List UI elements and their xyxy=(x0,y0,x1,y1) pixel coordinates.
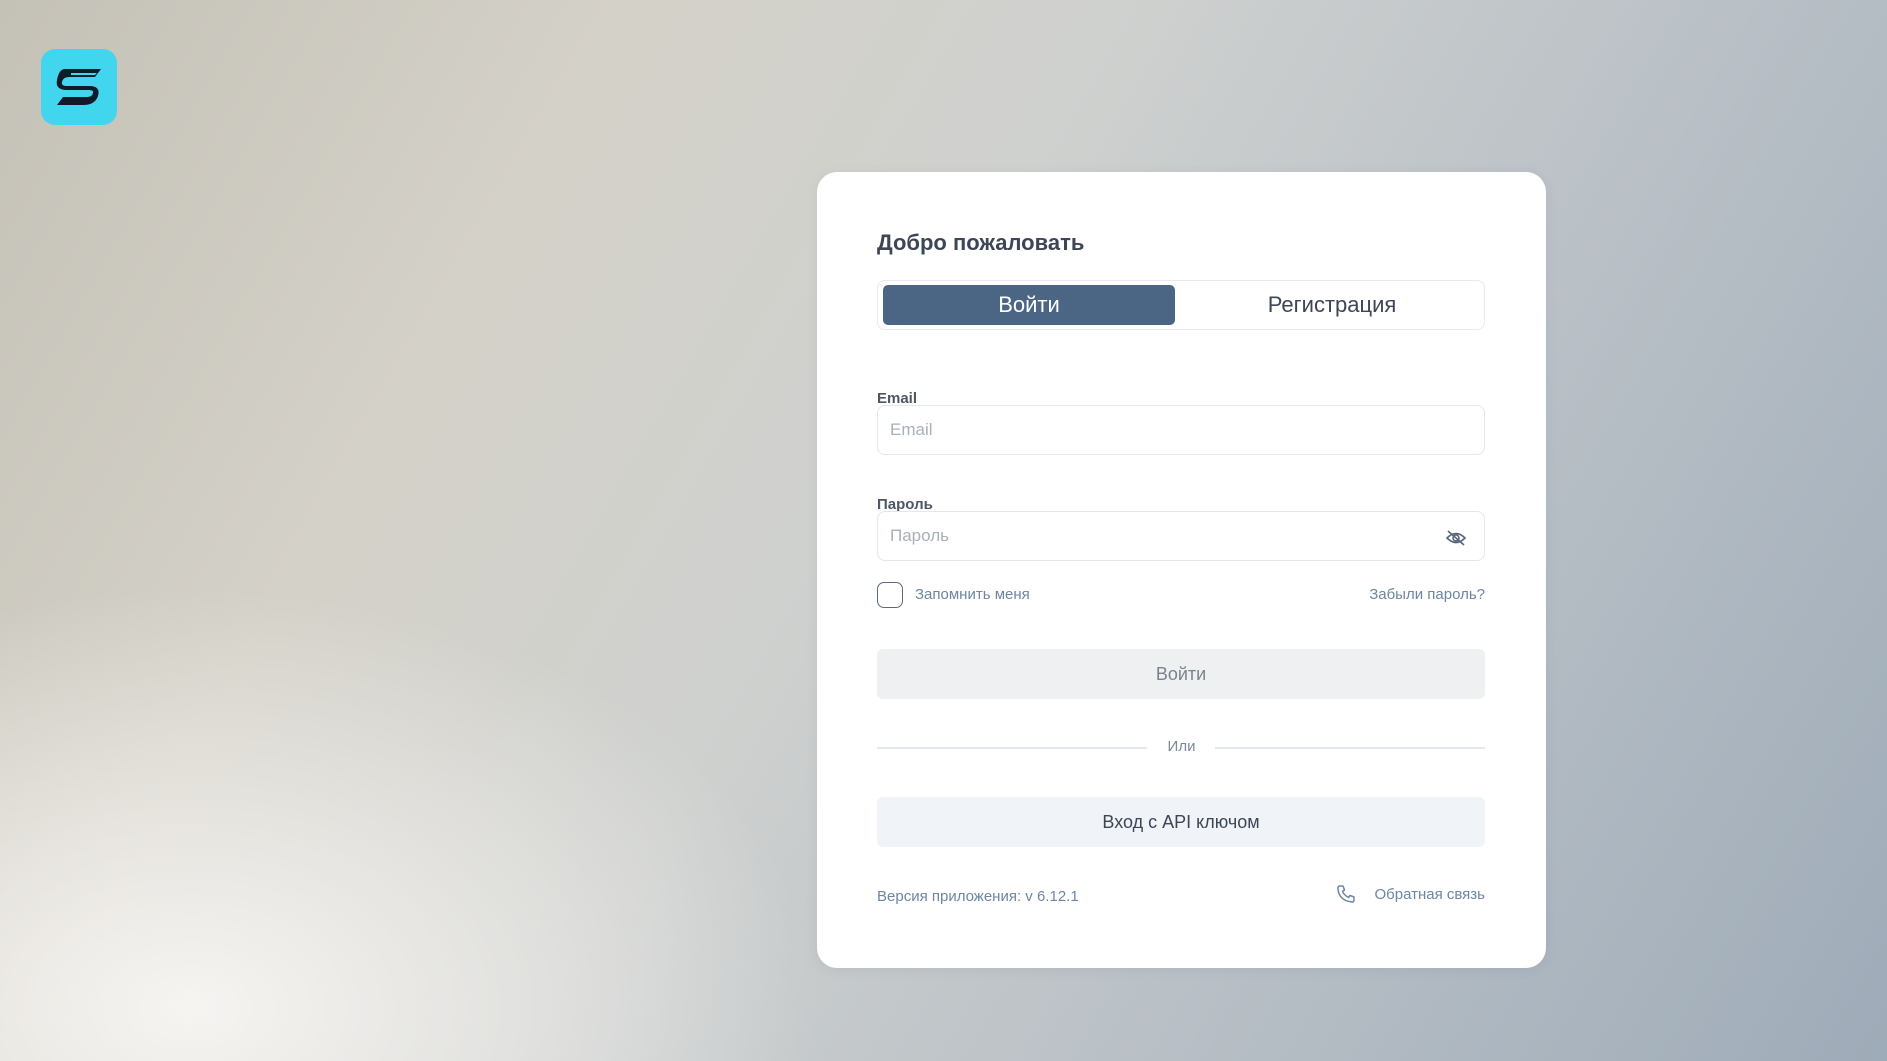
login-card: Добро пожаловать Войти Регистрация Email… xyxy=(817,172,1546,968)
toggle-password-visibility[interactable] xyxy=(1444,528,1468,548)
auth-tabs: Войти Регистрация xyxy=(877,280,1485,330)
phone-icon xyxy=(1337,885,1356,903)
app-logo-icon xyxy=(56,69,101,105)
eye-off-icon xyxy=(1445,530,1467,546)
tab-register[interactable]: Регистрация xyxy=(1186,285,1478,325)
page-title: Добро пожаловать xyxy=(877,230,1085,255)
tab-login[interactable]: Войти xyxy=(883,285,1175,325)
api-key-login-button[interactable]: Вход с API ключом xyxy=(877,797,1485,847)
forgot-password-link[interactable]: Забыли пароль? xyxy=(1369,586,1485,603)
app-logo xyxy=(41,49,117,125)
password-field[interactable] xyxy=(877,511,1485,561)
divider-line-right xyxy=(1215,747,1485,749)
remember-me-label[interactable]: Запомнить меня xyxy=(915,586,1030,603)
feedback-label: Обратная связь xyxy=(1374,885,1485,903)
feedback-link[interactable]: Обратная связь xyxy=(1336,884,1485,904)
login-button[interactable]: Войти xyxy=(877,649,1485,699)
app-version: Версия приложения: v 6.12.1 xyxy=(877,888,1079,905)
remember-me-checkbox[interactable] xyxy=(877,582,903,608)
email-field[interactable] xyxy=(877,405,1485,455)
